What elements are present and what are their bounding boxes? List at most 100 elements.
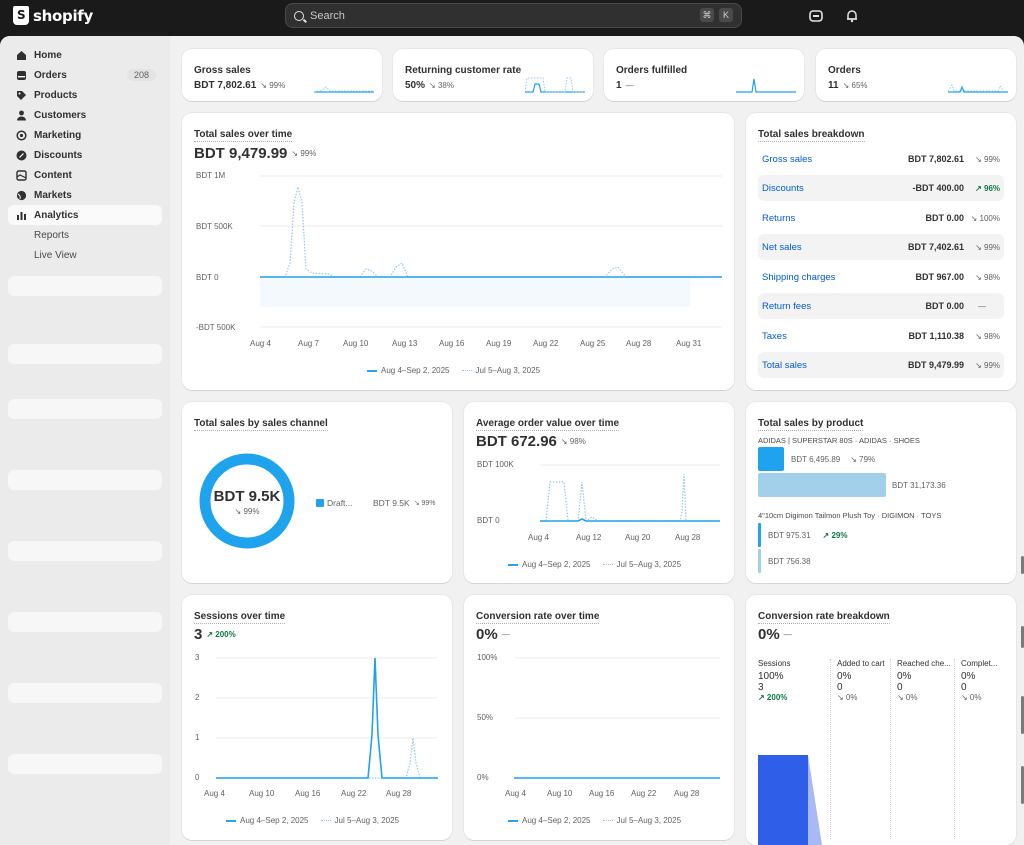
x-tick: Aug 19 [486, 339, 512, 348]
sidebar-placeholder [8, 276, 162, 296]
y-tick: BDT 1M [196, 171, 226, 180]
legend-current[interactable]: Aug 4–Sep 2, 2025 [508, 816, 591, 825]
card-title: Conversion rate breakdown [758, 611, 890, 624]
x-tick: Aug 28 [675, 533, 701, 542]
legend-current[interactable]: Aug 4–Sep 2, 2025 [508, 560, 591, 569]
y-tick: BDT 100K [477, 460, 514, 469]
legend-swatch [316, 499, 324, 507]
kpi-value: 1 [616, 80, 622, 91]
breakdown-row-discounts[interactable]: Discounts -BDT 400.00 ↗ 96% [758, 175, 1004, 201]
sidebar-placeholder [8, 541, 162, 561]
breakdown-row-taxes[interactable]: Taxes BDT 1,110.38 ↘ 98% [758, 323, 1004, 349]
sidebar-placeholder [8, 612, 162, 632]
sidebar-subitem-live-view[interactable]: Live View [8, 245, 162, 265]
breakdown-row-gross-sales[interactable]: Gross sales BDT 7,802.61 ↘ 99% [758, 146, 1004, 172]
x-tick: Aug 13 [392, 339, 418, 348]
legend-previous[interactable]: Jul 5–Aug 3, 2025 [602, 560, 681, 569]
kpi-sparkline [948, 83, 1008, 93]
product-bar-current[interactable] [758, 523, 761, 547]
donut-center-delta: ↘ 99% [234, 507, 260, 516]
x-tick: Aug 4 [528, 533, 549, 542]
sidebar-item-customers[interactable]: Customers [8, 105, 162, 125]
y-tick: 3 [195, 653, 200, 662]
card-title: Total sales by sales channel [194, 418, 328, 431]
x-tick: Aug 7 [298, 339, 319, 348]
breakdown-row-total-sales[interactable]: Total sales BDT 9,479.99 ↘ 99% [758, 352, 1004, 378]
x-ticks: Aug 4 Aug 10 Aug 16 Aug 22 Aug 28 [464, 789, 734, 799]
sidebar-item-label: Orders [34, 69, 67, 81]
product-bar-previous[interactable] [758, 549, 761, 573]
kpi-sparkline [736, 78, 796, 93]
sessions-chart [216, 657, 438, 779]
conversion-delta: — [501, 630, 510, 639]
product-bar-current[interactable] [758, 447, 784, 471]
search-input[interactable] [310, 9, 690, 22]
breakdown-row-net-sales[interactable]: Net sales BDT 7,402.61 ↘ 99% [758, 234, 1004, 260]
sidebar-placeholder [8, 683, 162, 703]
app-frame: Home Orders 208 Products Customers Marke… [0, 36, 1024, 845]
sidebar-item-label: Analytics [34, 209, 79, 221]
x-tick: Aug 25 [580, 339, 606, 348]
product-name: 4"10cm Digimon Tailmon Plush Toy · DIGIM… [758, 511, 942, 520]
legend-current[interactable]: Aug 4–Sep 2, 2025 [367, 366, 450, 375]
shopify-bag-icon [13, 6, 29, 25]
x-tick: Aug 12 [576, 533, 602, 542]
kpi-card-orders-fulfilled[interactable]: Orders fulfilled 1 — [604, 49, 804, 101]
sidebar-item-analytics[interactable]: Analytics [8, 205, 162, 225]
search-icon [294, 10, 304, 21]
breakdown-row-return-fees[interactable]: Return fees BDT 0.00— [758, 293, 1004, 319]
search-bar[interactable]: ⌘ K [285, 3, 742, 28]
kpi-value: BDT 7,802.61 [194, 80, 257, 91]
x-tick: Aug 16 [439, 339, 465, 348]
y-tick: -BDT 500K [196, 323, 236, 332]
kpi-card-returning-customer-rate[interactable]: Returning customer rate 50% ↘ 38% [393, 49, 593, 101]
legend-previous[interactable]: Jul 5–Aug 3, 2025 [602, 816, 681, 825]
sidebar-item-content[interactable]: Content [8, 165, 162, 185]
legend-previous[interactable]: Jul 5–Aug 3, 2025 [320, 816, 399, 825]
card-title: Total sales by product [758, 418, 864, 431]
legend-previous[interactable]: Jul 5–Aug 3, 2025 [461, 366, 540, 375]
aov-chart [540, 464, 720, 523]
tag-icon [16, 90, 27, 101]
shopify-logo[interactable]: shopify [13, 6, 93, 25]
legend-current[interactable]: Aug 4–Sep 2, 2025 [226, 816, 309, 825]
kpi-card-gross-sales[interactable]: Gross sales BDT 7,802.61 ↘ 99% [182, 49, 382, 101]
sidebar-placeholder [8, 754, 162, 774]
sidebar-item-orders[interactable]: Orders 208 [8, 65, 162, 85]
channel-legend-value: BDT 9.5K [373, 498, 410, 508]
sidebar-item-label: Products [34, 89, 78, 101]
funnel-stage-sessions[interactable]: Sessions 100% 3 ↗ 200% [758, 659, 824, 702]
sidebar-subitem-reports[interactable]: Reports [8, 225, 162, 245]
sidebar-item-discounts[interactable]: Discounts [8, 145, 162, 165]
notification-bell-icon[interactable] [844, 8, 860, 24]
product-bar-previous[interactable] [758, 473, 886, 497]
y-tick: BDT 500K [196, 222, 233, 231]
funnel-stage-completed[interactable]: Complet... 0% 0 ↘ 0% [954, 659, 1010, 839]
chart-legend: Aug 4–Sep 2, 2025 Jul 5–Aug 3, 2025 [226, 816, 399, 825]
breakdown-row-returns[interactable]: Returns BDT 0.00 ↘ 100% [758, 205, 1004, 231]
donut-center-value: BDT 9.5K [213, 488, 281, 505]
x-tick: Aug 16 [589, 789, 615, 798]
sales-by-product-card: Total sales by product ADIDAS | SUPERSTA… [746, 402, 1016, 583]
sidebar-item-home[interactable]: Home [8, 45, 162, 65]
breakdown-row-shipping-charges[interactable]: Shipping charges BDT 967.00 ↘ 98% [758, 264, 1004, 290]
x-tick: Aug 31 [676, 339, 702, 348]
y-tick: 100% [477, 653, 498, 662]
kpi-title: Orders [828, 65, 861, 76]
store-switcher-icon[interactable] [808, 8, 824, 24]
sidebar-placeholder [8, 399, 162, 419]
sidebar-item-marketing[interactable]: Marketing [8, 125, 162, 145]
sidebar-item-markets[interactable]: Markets [8, 185, 162, 205]
person-icon [16, 110, 27, 121]
product-current-value: BDT 6,495.89 ↘ 79% [791, 455, 876, 464]
kpi-value: 11 [828, 80, 839, 91]
sidebar-item-products[interactable]: Products [8, 85, 162, 105]
channel-legend-delta: ↘ 99% [413, 500, 436, 507]
funnel-stage-reached-checkout[interactable]: Reached che... 0% 0 ↘ 0% [890, 659, 952, 839]
channel-legend-row[interactable]: Draft... BDT 9.5K ↘ 99% [316, 498, 436, 508]
conversion-rate-over-time-card: Conversion rate over time 0% — 100% 50% … [464, 595, 734, 840]
kpi-delta: ↘ 38% [429, 81, 454, 90]
x-ticks: Aug 4 Aug 7 Aug 10 Aug 13 Aug 16 Aug 19 … [182, 339, 734, 349]
kpi-card-orders[interactable]: Orders 11 ↘ 65% [816, 49, 1016, 101]
funnel-stage-added-to-cart[interactable]: Added to cart 0% 0 ↘ 0% [830, 659, 892, 839]
